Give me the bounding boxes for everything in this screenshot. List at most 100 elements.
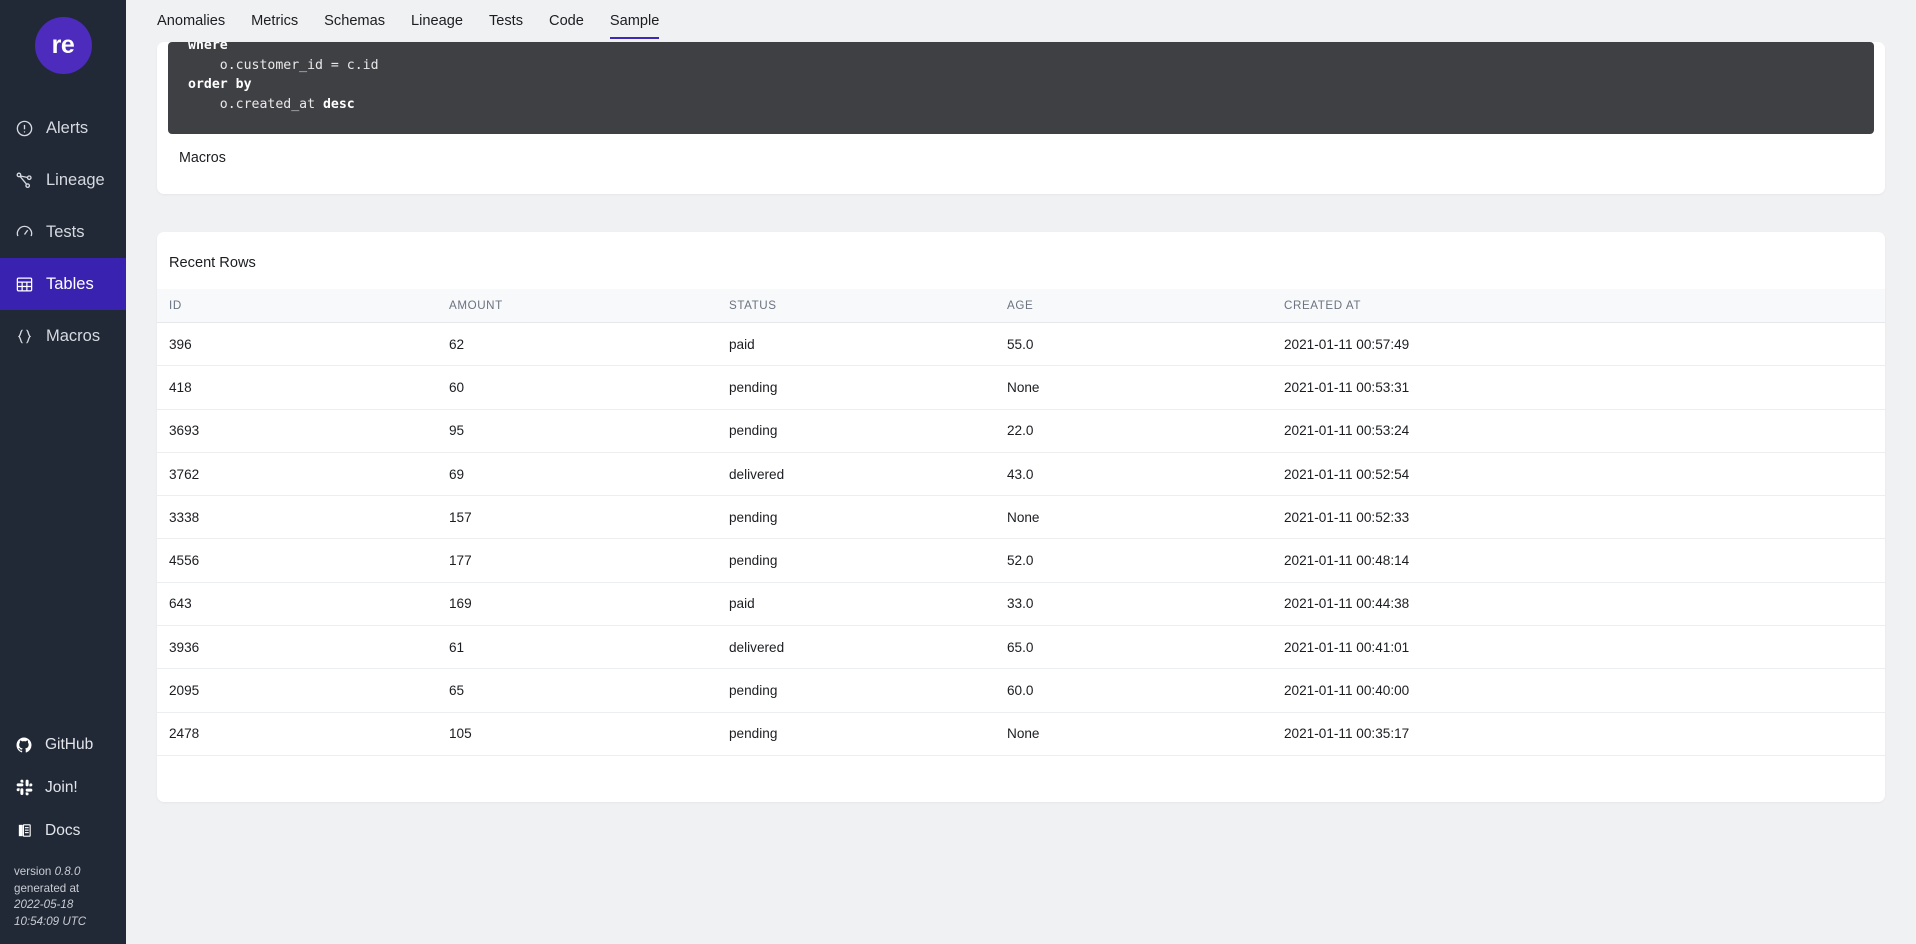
tab-anomalies[interactable]: Anomalies: [157, 12, 225, 39]
table-row: 2095 65 pending 60.0 2021-01-11 00:40:00: [157, 668, 1885, 713]
cell-age: 55.0: [995, 322, 1272, 367]
cell-status: pending: [717, 409, 995, 453]
sidebar-link-label: GitHub: [45, 735, 94, 753]
cell-amount: 60: [437, 365, 717, 410]
cell-status: paid: [717, 322, 995, 367]
table-header-row: ID AMOUNT STATUS AGE CREATED AT: [157, 289, 1885, 323]
sidebar-nav: Alerts Lineage Tests Tables Macros: [0, 102, 126, 362]
re-data-logo[interactable]: re: [34, 17, 92, 74]
column-header-amount[interactable]: AMOUNT: [437, 289, 717, 323]
cell-status: paid: [717, 582, 995, 627]
cell-amount: 177: [437, 538, 717, 583]
sidebar-item-label: Tables: [46, 274, 94, 293]
table-row: 3936 61 delivered 65.0 2021-01-11 00:41:…: [157, 625, 1885, 670]
cell-id: 396: [157, 322, 437, 367]
cell-age: 43.0: [995, 452, 1272, 497]
version-info: version 0.8.0 generated at 2022-05-18 10…: [0, 858, 126, 944]
cell-age: None: [995, 495, 1272, 540]
column-header-created-at[interactable]: CREATED AT: [1272, 289, 1885, 323]
tab-sample[interactable]: Sample: [609, 12, 660, 39]
generated-date: 2022-05-18: [14, 898, 74, 911]
sidebar-item-alerts[interactable]: Alerts: [0, 102, 126, 154]
sidebar-link-docs[interactable]: Docs: [0, 809, 126, 852]
tab-schemas[interactable]: Schemas: [324, 12, 385, 39]
cell-created-at: 2021-01-11 00:53:31: [1272, 365, 1885, 410]
code-line: order by: [188, 75, 1874, 95]
code-card: where o.customer_id = c.id order by o.cre…: [157, 42, 1885, 194]
sidebar-item-macros[interactable]: Macros: [0, 310, 126, 362]
code-keyword: order by: [188, 77, 252, 93]
sidebar-item-lineage[interactable]: Lineage: [0, 154, 126, 206]
cell-created-at: 2021-01-11 00:52:33: [1272, 495, 1885, 540]
cell-status: pending: [717, 538, 995, 583]
sidebar-link-github[interactable]: GitHub: [0, 723, 126, 766]
column-header-age[interactable]: AGE: [995, 289, 1272, 323]
cell-amount: 62: [437, 322, 717, 367]
recent-rows-title: Recent Rows: [169, 255, 256, 271]
recent-rows-table: ID AMOUNT STATUS AGE CREATED AT 396 62 p…: [157, 289, 1885, 756]
sidebar-item-label: Alerts: [46, 118, 89, 137]
code-keyword: where: [188, 42, 228, 53]
sidebar-item-label: Macros: [46, 326, 101, 345]
cell-status: delivered: [717, 625, 995, 670]
table-row: 418 60 pending None 2021-01-11 00:53:31: [157, 365, 1885, 410]
content-area: where o.customer_id = c.id order by o.cre…: [126, 42, 1916, 802]
cell-amount: 61: [437, 625, 717, 670]
cell-status: pending: [717, 668, 995, 713]
code-text: o.customer_id = c.id: [188, 57, 379, 73]
gauge-icon: [14, 222, 34, 242]
cell-amount: 169: [437, 582, 717, 627]
tab-code[interactable]: Code: [549, 12, 584, 39]
version-line: version 0.8.0: [14, 864, 126, 881]
cell-created-at: 2021-01-11 00:52:54: [1272, 452, 1885, 497]
cell-id: 3936: [157, 625, 437, 670]
tab-bar: Anomalies Metrics Schemas Lineage Tests …: [126, 0, 1916, 47]
version-value: 0.8.0: [54, 865, 81, 878]
table-head: ID AMOUNT STATUS AGE CREATED AT: [157, 289, 1885, 323]
recent-rows-card: Recent Rows ID AMOUNT STATUS AGE CREATED…: [157, 232, 1885, 802]
cell-amount: 105: [437, 712, 717, 756]
sidebar-link-label: Join!: [45, 778, 78, 796]
table-row: 2478 105 pending None 2021-01-11 00:35:1…: [157, 712, 1885, 756]
main-content: Anomalies Metrics Schemas Lineage Tests …: [126, 0, 1916, 944]
table-row: 3338 157 pending None 2021-01-11 00:52:3…: [157, 495, 1885, 540]
sidebar: re Alerts Lineage Tests Tables Macros Gi…: [0, 0, 126, 944]
logo-container: re: [0, 0, 126, 74]
cell-id: 3693: [157, 409, 437, 453]
tab-lineage[interactable]: Lineage: [411, 12, 463, 39]
slack-icon: [14, 778, 34, 798]
lineage-icon: [14, 170, 34, 190]
cell-created-at: 2021-01-11 00:41:01: [1272, 625, 1885, 670]
sidebar-item-tests[interactable]: Tests: [0, 206, 126, 258]
table-body: 396 62 paid 55.0 2021-01-11 00:57:49 418…: [157, 322, 1885, 756]
table-row: 4556 177 pending 52.0 2021-01-11 00:48:1…: [157, 538, 1885, 583]
cell-amount: 69: [437, 452, 717, 497]
code-line: o.created_at desc: [188, 95, 1874, 115]
cell-created-at: 2021-01-11 00:44:38: [1272, 582, 1885, 627]
version-label: version: [14, 865, 52, 878]
sidebar-link-slack[interactable]: Join!: [0, 766, 126, 809]
cell-age: 65.0: [995, 625, 1272, 670]
cell-created-at: 2021-01-11 00:53:24: [1272, 409, 1885, 453]
sidebar-item-label: Lineage: [46, 170, 105, 189]
cell-id: 3762: [157, 452, 437, 497]
tab-metrics[interactable]: Metrics: [251, 12, 298, 39]
generated-label: generated at: [14, 881, 80, 895]
table-row: 396 62 paid 55.0 2021-01-11 00:57:49: [157, 322, 1885, 367]
table-row: 3762 69 delivered 43.0 2021-01-11 00:52:…: [157, 452, 1885, 497]
cell-id: 2478: [157, 712, 437, 756]
column-header-id[interactable]: ID: [157, 289, 437, 323]
sidebar-item-tables[interactable]: Tables: [0, 258, 126, 310]
cell-status: pending: [717, 495, 995, 540]
sql-code-block[interactable]: where o.customer_id = c.id order by o.cre…: [168, 42, 1874, 134]
code-line: where: [188, 42, 1874, 56]
cell-amount: 157: [437, 495, 717, 540]
cell-age: 22.0: [995, 409, 1272, 453]
docs-icon: [14, 821, 34, 841]
code-line: o.customer_id = c.id: [188, 56, 1874, 76]
cell-created-at: 2021-01-11 00:57:49: [1272, 322, 1885, 367]
tab-tests[interactable]: Tests: [489, 12, 523, 39]
column-header-status[interactable]: STATUS: [717, 289, 995, 323]
curly-braces-icon: [14, 326, 34, 346]
